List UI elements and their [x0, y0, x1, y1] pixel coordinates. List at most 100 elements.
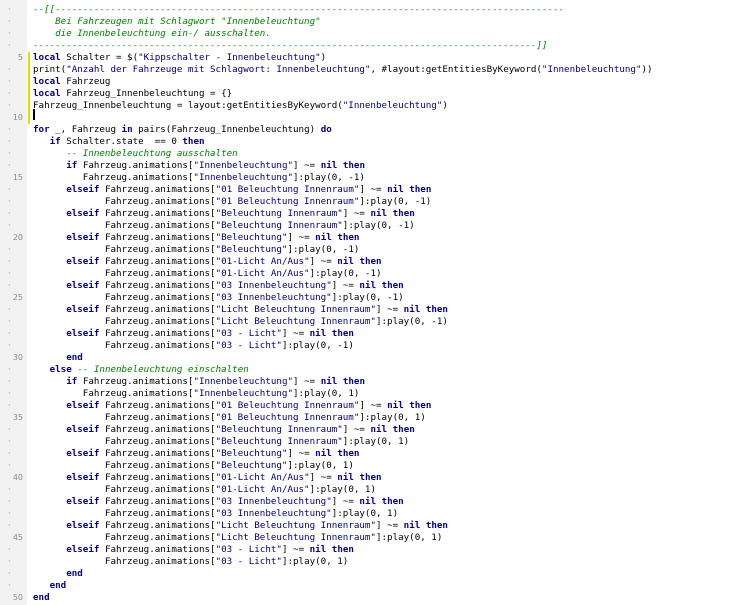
code-line[interactable]: 15 Fahrzeug.animations["Innenbeleuchtung… — [0, 172, 750, 184]
code-line[interactable]: · Fahrzeug.animations["Licht Beleuchtung… — [0, 316, 750, 328]
code-line[interactable]: 35 Fahrzeug.animations["01 Beleuchtung I… — [0, 412, 750, 424]
code-line[interactable]: · if Fahrzeug.animations["Innenbeleuchtu… — [0, 160, 750, 172]
code-line[interactable]: · elseif Fahrzeug.animations["03 Innenbe… — [0, 280, 750, 292]
code-text[interactable]: elseif Fahrzeug.animations["01-Licht An/… — [33, 256, 381, 268]
code-text[interactable]: elseif Fahrzeug.animations["03 - Licht"]… — [33, 544, 354, 556]
code-line[interactable]: · elseif Fahrzeug.animations["Beleuchtun… — [0, 448, 750, 460]
code-text[interactable]: Fahrzeug.animations["Innenbeleuchtung"]:… — [33, 172, 365, 184]
code-line[interactable]: · local Fahrzeug — [0, 76, 750, 88]
code-text[interactable]: elseif Fahrzeug.animations["Beleuchtung … — [33, 424, 415, 436]
code-text[interactable]: Fahrzeug.animations["01-Licht An/Aus"]:p… — [33, 268, 382, 280]
code-line[interactable]: · Fahrzeug.animations["03 - Licht"]:play… — [0, 556, 750, 568]
code-text[interactable]: if Fahrzeug.animations["Innenbeleuchtung… — [33, 376, 365, 388]
code-line[interactable]: · elseif Fahrzeug.animations["01 Beleuch… — [0, 400, 750, 412]
code-editor[interactable]: · --[[-----------------------------------… — [0, 0, 750, 605]
code-text[interactable]: if Fahrzeug.animations["Innenbeleuchtung… — [33, 160, 365, 172]
code-line[interactable]: · Fahrzeug.animations["01-Licht An/Aus"]… — [0, 484, 750, 496]
code-line[interactable]: · elseif Fahrzeug.animations["Licht Bele… — [0, 520, 750, 532]
code-line[interactable]: 40 elseif Fahrzeug.animations["01-Licht … — [0, 472, 750, 484]
code-text[interactable]: Fahrzeug.animations["01 Beleuchtung Inne… — [33, 196, 431, 208]
code-line[interactable]: 5 local Schalter = $("Kippschalter - Inne… — [0, 52, 750, 64]
code-line[interactable]: · Fahrzeug.animations["Beleuchtung Innen… — [0, 220, 750, 232]
code-text[interactable]: Fahrzeug_Innenbeleuchtung = layout:getEn… — [33, 100, 448, 112]
code-line[interactable]: · elseif Fahrzeug.animations["Beleuchtun… — [0, 424, 750, 436]
code-line[interactable]: · ---------------------------------------… — [0, 40, 750, 52]
code-text[interactable]: local Schalter = $("Kippschalter - Innen… — [33, 52, 326, 64]
code-text[interactable]: elseif Fahrzeug.animations["01 Beleuchtu… — [33, 184, 431, 196]
code-text[interactable]: Fahrzeug.animations["Innenbeleuchtung"]:… — [33, 388, 360, 400]
code-line[interactable]: · --[[-----------------------------------… — [0, 4, 750, 16]
code-line[interactable]: · die Innenbeleuchtung ein-/ ausschalten… — [0, 28, 750, 40]
code-line[interactable]: 25 Fahrzeug.animations["03 Innenbeleucht… — [0, 292, 750, 304]
code-line[interactable]: · -- Innenbeleuchtung ausschalten — [0, 148, 750, 160]
code-line[interactable]: · for _, Fahrzeug in pairs(Fahrzeug_Innen… — [0, 124, 750, 136]
code-line[interactable]: 30 end — [0, 352, 750, 364]
code-text[interactable]: Fahrzeug.animations["01-Licht An/Aus"]:p… — [33, 484, 376, 496]
code-text[interactable]: elseif Fahrzeug.animations["Licht Beleuc… — [33, 304, 448, 316]
code-text[interactable]: Fahrzeug.animations["Licht Beleuchtung I… — [33, 532, 442, 544]
code-text[interactable]: end — [33, 568, 83, 580]
code-text[interactable]: Fahrzeug.animations["03 Innenbeleuchtung… — [33, 508, 398, 520]
code-line[interactable]: 10 — [0, 112, 750, 124]
code-text[interactable]: Fahrzeug.animations["Beleuchtung"]:play(… — [33, 244, 359, 256]
code-line[interactable]: · elseif Fahrzeug.animations["03 Innenbe… — [0, 496, 750, 508]
code-line[interactable]: 50 end — [0, 592, 750, 604]
code-text[interactable]: elseif Fahrzeug.animations["03 - Licht"]… — [33, 328, 354, 340]
code-text[interactable]: local Fahrzeug_Innenbeleuchtung = {} — [33, 88, 232, 100]
code-text[interactable]: Fahrzeug.animations["Beleuchtung Innenra… — [33, 220, 415, 232]
code-line[interactable]: 20 elseif Fahrzeug.animations["Beleuchtu… — [0, 232, 750, 244]
code-line[interactable]: · Fahrzeug_Innenbeleuchtung = layout:getE… — [0, 100, 750, 112]
code-line[interactable]: · elseif Fahrzeug.animations["Licht Bele… — [0, 304, 750, 316]
code-text[interactable]: Fahrzeug.animations["03 - Licht"]:play(0… — [33, 556, 348, 568]
code-text[interactable]: Fahrzeug.animations["03 - Licht"]:play(0… — [33, 340, 354, 352]
code-text[interactable]: -- Innenbeleuchtung ausschalten — [33, 148, 237, 160]
code-line[interactable]: · Fahrzeug.animations["03 Innenbeleuchtu… — [0, 508, 750, 520]
code-text[interactable]: ----------------------------------------… — [33, 40, 547, 52]
code-line[interactable]: · elseif Fahrzeug.animations["01-Licht A… — [0, 256, 750, 268]
code-text[interactable]: elseif Fahrzeug.animations["03 Innenbele… — [33, 280, 404, 292]
code-text[interactable]: elseif Fahrzeug.animations["Beleuchtung … — [33, 208, 415, 220]
code-text[interactable]: end — [33, 580, 67, 592]
code-text[interactable]: end — [33, 592, 50, 604]
code-line[interactable]: · Fahrzeug.animations["Beleuchtung Innen… — [0, 436, 750, 448]
code-line[interactable]: · Fahrzeug.animations["Innenbeleuchtung"… — [0, 388, 750, 400]
code-text[interactable]: Fahrzeug.animations["03 Innenbeleuchtung… — [33, 292, 404, 304]
code-line[interactable]: · Fahrzeug.animations["01-Licht An/Aus"]… — [0, 268, 750, 280]
code-lines[interactable]: · --[[-----------------------------------… — [0, 4, 750, 604]
code-line[interactable]: · else -- Innenbeleuchtung einschalten — [0, 364, 750, 376]
code-line[interactable]: · elseif Fahrzeug.animations["03 - Licht… — [0, 544, 750, 556]
code-text[interactable]: elseif Fahrzeug.animations["Beleuchtung"… — [33, 232, 359, 244]
code-line[interactable]: · Fahrzeug.animations["01 Beleuchtung In… — [0, 196, 750, 208]
code-text[interactable]: Fahrzeug.animations["Beleuchtung Innenra… — [33, 436, 409, 448]
code-text[interactable]: elseif Fahrzeug.animations["03 Innenbele… — [33, 496, 404, 508]
code-line[interactable]: 45 Fahrzeug.animations["Licht Beleuchtun… — [0, 532, 750, 544]
code-text[interactable]: print("Anzahl der Fahrzeuge mit Schlagwo… — [33, 64, 653, 76]
code-text[interactable]: Fahrzeug.animations["Licht Beleuchtung I… — [33, 316, 448, 328]
code-line[interactable]: · elseif Fahrzeug.animations["01 Beleuch… — [0, 184, 750, 196]
code-line[interactable]: · elseif Fahrzeug.animations["03 - Licht… — [0, 328, 750, 340]
code-text[interactable]: elseif Fahrzeug.animations["Licht Beleuc… — [33, 520, 448, 532]
code-line[interactable]: · end — [0, 568, 750, 580]
code-text[interactable]: Bei Fahrzeugen mit Schlagwort "Innenbele… — [33, 16, 321, 28]
code-text[interactable]: local Fahrzeug — [33, 76, 110, 88]
code-text[interactable]: --[[------------------------------------… — [33, 4, 564, 16]
code-line[interactable]: · Bei Fahrzeugen mit Schlagwort "Innenbe… — [0, 16, 750, 28]
code-line[interactable]: · Fahrzeug.animations["Beleuchtung"]:pla… — [0, 460, 750, 472]
code-line[interactable]: · if Schalter.state == 0 then — [0, 136, 750, 148]
code-text[interactable]: Fahrzeug.animations["01 Beleuchtung Inne… — [33, 412, 426, 424]
code-text[interactable]: if Schalter.state == 0 then — [33, 136, 205, 148]
code-line[interactable]: · Fahrzeug.animations["03 - Licht"]:play… — [0, 340, 750, 352]
code-line[interactable]: · end — [0, 580, 750, 592]
code-line[interactable]: · Fahrzeug.animations["Beleuchtung"]:pla… — [0, 244, 750, 256]
code-text[interactable]: else -- Innenbeleuchtung einschalten — [33, 364, 249, 376]
code-text[interactable]: die Innenbeleuchtung ein-/ ausschalten. — [33, 28, 271, 40]
code-text[interactable]: elseif Fahrzeug.animations["01-Licht An/… — [33, 472, 381, 484]
code-line[interactable]: · local Fahrzeug_Innenbeleuchtung = {} — [0, 88, 750, 100]
code-line[interactable]: · print("Anzahl der Fahrzeuge mit Schlagw… — [0, 64, 750, 76]
code-text[interactable]: elseif Fahrzeug.animations["Beleuchtung"… — [33, 448, 359, 460]
code-line[interactable]: · if Fahrzeug.animations["Innenbeleuchtu… — [0, 376, 750, 388]
code-text[interactable]: Fahrzeug.animations["Beleuchtung"]:play(… — [33, 460, 354, 472]
code-text[interactable]: end — [33, 352, 83, 364]
code-line[interactable]: · elseif Fahrzeug.animations["Beleuchtun… — [0, 208, 750, 220]
code-text[interactable]: elseif Fahrzeug.animations["01 Beleuchtu… — [33, 400, 431, 412]
